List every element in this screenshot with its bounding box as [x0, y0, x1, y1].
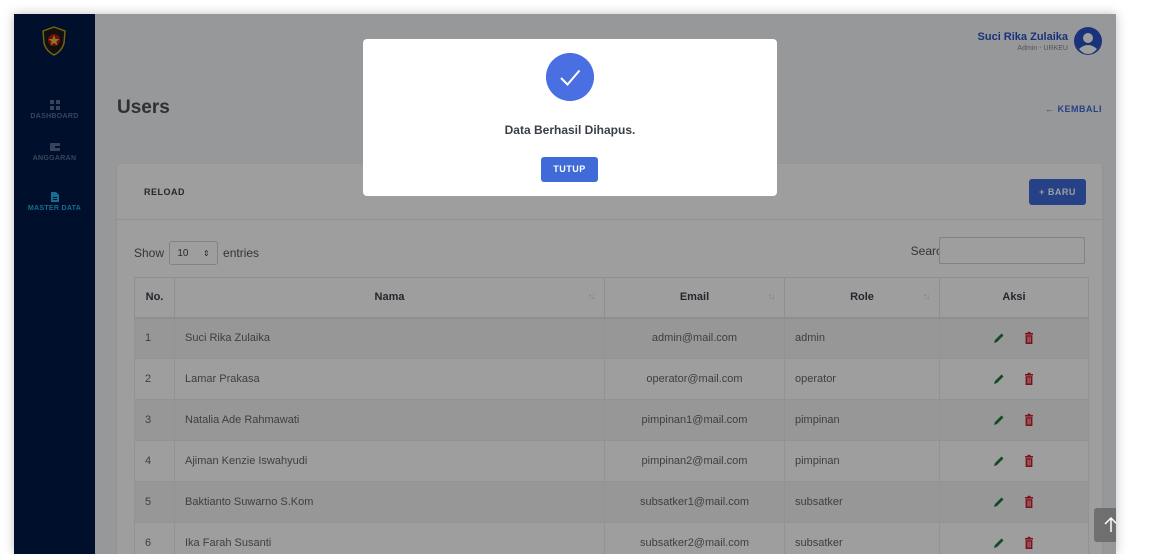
success-dialog: Data Berhasil Dihapus. TUTUP	[363, 39, 777, 196]
close-dialog-button[interactable]: TUTUP	[541, 157, 598, 182]
dialog-message: Data Berhasil Dihapus.	[504, 123, 636, 137]
success-check-icon	[546, 53, 594, 101]
app-frame: DASHBOARD ANGGARAN MASTER DATA Suci Rika…	[0, 0, 1150, 554]
app-screen: DASHBOARD ANGGARAN MASTER DATA Suci Rika…	[14, 14, 1116, 554]
scroll-to-top-icon[interactable]	[1094, 508, 1116, 542]
